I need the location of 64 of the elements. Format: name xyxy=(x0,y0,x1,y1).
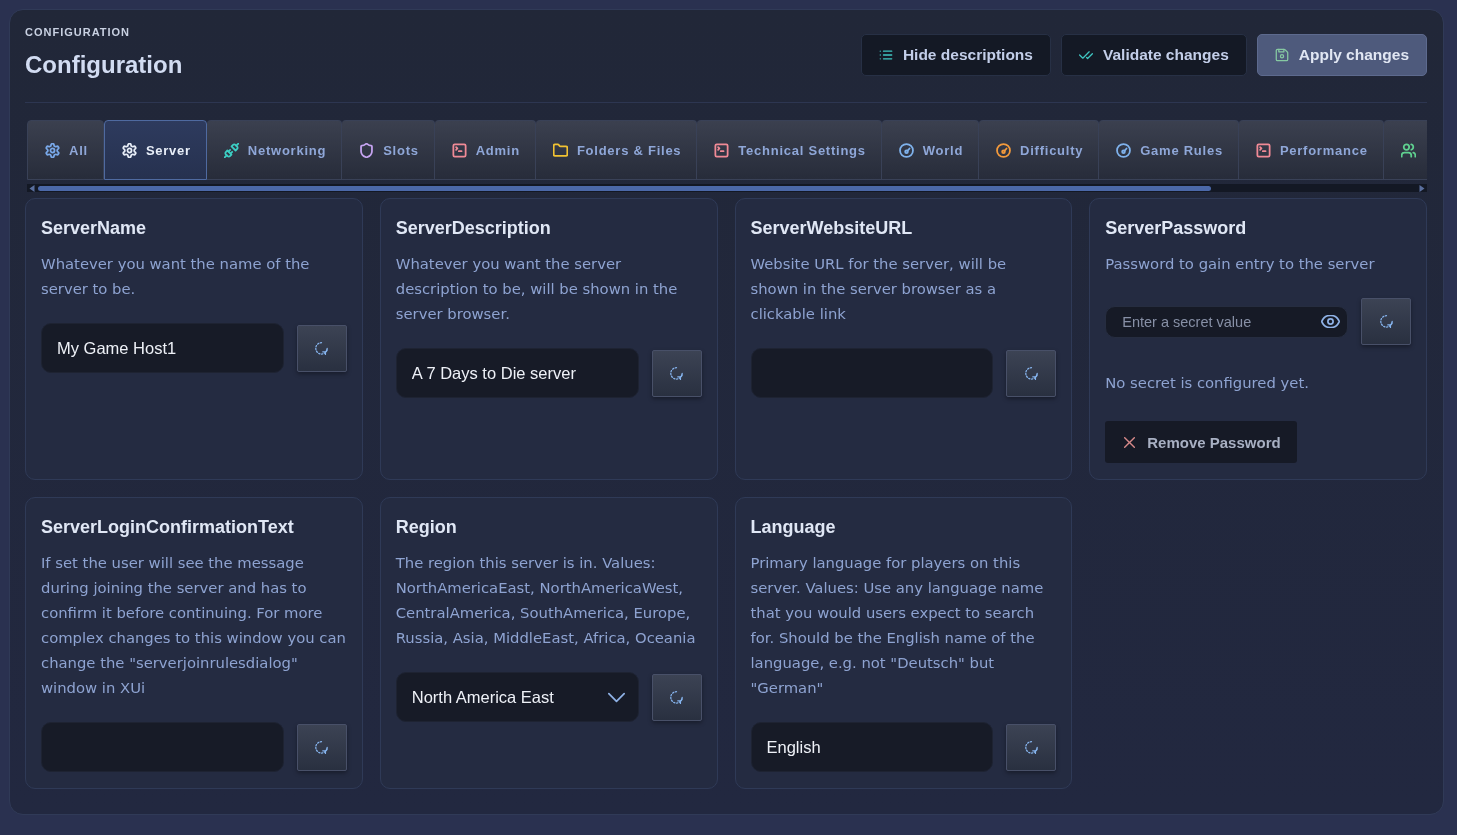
reset-button[interactable] xyxy=(1361,298,1411,345)
scrollbar-thumb[interactable] xyxy=(38,185,1211,191)
chevron-down-icon xyxy=(607,691,625,703)
password-field[interactable]: Enter a secret value xyxy=(1105,305,1348,338)
double-check-icon xyxy=(1078,48,1093,62)
setting-name: Language xyxy=(750,516,837,539)
refresh-icon xyxy=(670,690,683,704)
dropdown[interactable]: North America East xyxy=(395,672,639,722)
list-icon xyxy=(878,48,893,62)
apply-changes-button[interactable]: Apply changes xyxy=(1256,34,1427,76)
refresh-icon xyxy=(670,366,683,380)
reset-button[interactable] xyxy=(1006,349,1057,397)
status-message: No secret is configured yet. xyxy=(1105,373,1310,393)
setting-name: ServerLoginConfirmationText xyxy=(41,516,295,539)
save-icon xyxy=(1274,48,1289,62)
tab[interactable]: Performance xyxy=(1238,120,1384,180)
right-triangle-icon[interactable] xyxy=(1419,184,1425,192)
setting-name: ServerDescription xyxy=(395,217,552,240)
setting-name: ServerWebsiteURL xyxy=(750,217,914,240)
tab[interactable] xyxy=(1383,120,1427,180)
tab[interactable]: Folders & Files xyxy=(535,120,698,180)
setting-description: Whatever you want the server description to be, will be shown in the server browser. xyxy=(395,254,679,324)
tab[interactable]: World xyxy=(881,120,980,180)
section-label: CONFIGURATION xyxy=(25,26,131,39)
tab[interactable]: Slots xyxy=(342,120,435,180)
text-field[interactable]: English xyxy=(750,722,994,772)
left-triangle-icon[interactable] xyxy=(29,184,35,192)
text-field[interactable]: My Game Host1 xyxy=(41,323,284,373)
setting-description: The region this server is in. Values: NorthAmericaEast, NorthAmericaWest, CentralAmerica, SouthAmerica, Europe, Russia, Asia, MiddleEast, Africa, Oceania xyxy=(395,553,697,648)
tab[interactable]: Server xyxy=(103,120,207,180)
setting-name: ServerPassword xyxy=(1105,217,1248,240)
tab[interactable]: Admin xyxy=(434,120,536,180)
tab[interactable]: Networking xyxy=(206,120,343,180)
tab[interactable]: Game Rules xyxy=(1099,120,1239,180)
reset-button[interactable] xyxy=(1006,723,1057,771)
text-field[interactable] xyxy=(750,348,994,398)
setting-description: Website URL for the server, will be shown in the server browser as a clickable link xyxy=(750,254,1008,324)
text-field[interactable]: A 7 Days to Die server xyxy=(395,348,639,398)
refresh-icon xyxy=(315,341,329,355)
tab[interactable]: Technical Settings xyxy=(697,120,882,180)
tab[interactable]: Difficulty xyxy=(979,120,1100,180)
scrollbar-track[interactable] xyxy=(27,184,1427,192)
refresh-icon xyxy=(1379,315,1393,328)
setting-description: If set the user will see the message during joining the server and has to confirm it before continuing. For more complex changes to this window you can change the "serverjoinrulesdialog" window in XUi xyxy=(41,553,347,698)
reset-button[interactable] xyxy=(651,673,702,721)
refresh-icon xyxy=(315,740,329,754)
setting-description: Password to gain entry to the server xyxy=(1105,254,1376,274)
refresh-icon xyxy=(1024,366,1038,380)
remove-password-button[interactable]: Remove Password xyxy=(1105,421,1297,463)
reset-button[interactable] xyxy=(296,324,347,372)
hide-descriptions-button[interactable]: Hide descriptions xyxy=(860,34,1051,76)
reset-button[interactable] xyxy=(296,723,347,771)
eye-icon[interactable] xyxy=(1321,315,1340,328)
validate-changes-button[interactable]: Validate changes xyxy=(1060,34,1247,76)
reset-button[interactable] xyxy=(651,349,702,397)
refresh-icon xyxy=(1024,740,1038,754)
page-title: Configuration xyxy=(25,51,183,79)
setting-name: ServerName xyxy=(41,217,148,240)
setting-description: Primary language for players on this server. Values: Use any language name that you would users expect to search for. Should be the English name of the language, e.g. not "Deutsch" but "German" xyxy=(750,553,1045,698)
setting-description: Whatever you want the name of the server to be. xyxy=(41,254,311,299)
setting-name: Region xyxy=(395,516,458,539)
tab[interactable]: All xyxy=(27,120,104,180)
text-field[interactable] xyxy=(41,722,284,772)
x-icon xyxy=(1124,436,1136,448)
